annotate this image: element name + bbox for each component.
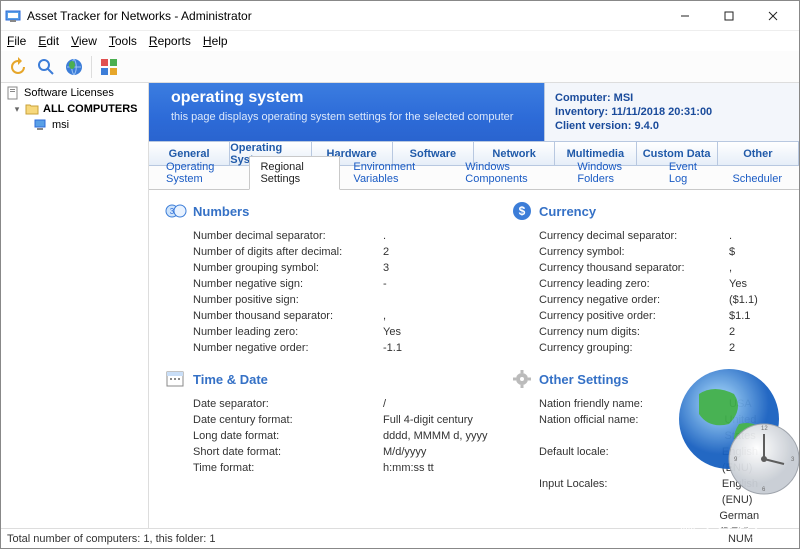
content-area[interactable]: 3 Numbers Number decimal separator:. Num… bbox=[149, 190, 799, 528]
kv-row: Currency symbol:$ bbox=[511, 244, 789, 260]
kv-row: Currency num digits:2 bbox=[511, 324, 789, 340]
toolbar bbox=[1, 51, 799, 83]
tree-all-computers[interactable]: ▾ ALL COMPUTERS bbox=[3, 101, 146, 117]
section-numbers: 3 Numbers bbox=[165, 200, 493, 222]
kv-row: Number thousand separator:, bbox=[165, 308, 493, 324]
main-panel: Computer: MSI Inventory: 11/11/2018 20:3… bbox=[149, 83, 799, 528]
kv-row: Number negative order:-1.1 bbox=[165, 340, 493, 356]
subtab-win-components[interactable]: Windows Components bbox=[454, 156, 564, 189]
maximize-button[interactable] bbox=[707, 2, 751, 30]
tree-label: msi bbox=[52, 119, 69, 131]
app-icon bbox=[5, 8, 21, 24]
window-title: Asset Tracker for Networks - Administrat… bbox=[27, 9, 663, 23]
subtab-win-folders[interactable]: Windows Folders bbox=[566, 156, 655, 189]
page-subtitle: this page displays operating system sett… bbox=[171, 111, 513, 123]
numbers-icon: 3 bbox=[165, 200, 187, 222]
tree-node-msi[interactable]: msi bbox=[3, 117, 146, 133]
header-computer: Computer: MSI bbox=[555, 91, 712, 105]
toolbar-separator bbox=[91, 56, 92, 78]
status-numlock: NUM bbox=[728, 533, 753, 545]
tree-label: Software Licenses bbox=[24, 87, 114, 99]
kv-row: Number negative sign:- bbox=[165, 276, 493, 292]
calendar-icon bbox=[165, 368, 187, 390]
kv-row: Long date format:dddd, MMMM d, yyyy bbox=[165, 428, 493, 444]
menu-help[interactable]: Help bbox=[203, 34, 228, 48]
kv-row: Number of digits after decimal:2 bbox=[165, 244, 493, 260]
subtab-scheduler[interactable]: Scheduler bbox=[721, 168, 793, 189]
minimize-button[interactable] bbox=[663, 2, 707, 30]
section-timedate: Time & Date bbox=[165, 368, 493, 390]
section-title: Currency bbox=[539, 204, 596, 219]
kv-row: Currency positive order:$1.1 bbox=[511, 308, 789, 324]
subtab-regional-settings[interactable]: Regional Settings bbox=[249, 156, 340, 190]
section-other: Other Settings bbox=[511, 368, 789, 390]
kv-row: Currency decimal separator:. bbox=[511, 228, 789, 244]
kv-row: Currency grouping:2 bbox=[511, 340, 789, 356]
section-title: Other Settings bbox=[539, 372, 629, 387]
section-title: Numbers bbox=[193, 204, 249, 219]
search-button[interactable] bbox=[33, 54, 59, 80]
menu-reports[interactable]: Reports bbox=[149, 34, 191, 48]
refresh-button[interactable] bbox=[5, 54, 31, 80]
titlebar: Asset Tracker for Networks - Administrat… bbox=[1, 1, 799, 31]
header-inventory: Inventory: 11/11/2018 20:31:00 bbox=[555, 105, 712, 119]
section-title: Time & Date bbox=[193, 372, 268, 387]
computer-icon bbox=[33, 118, 49, 132]
menubar: File Edit View Tools Reports Help bbox=[1, 31, 799, 51]
kv-row: Date separator:/ bbox=[165, 396, 493, 412]
window-buttons bbox=[663, 2, 795, 30]
tree-label: ALL COMPUTERS bbox=[43, 103, 138, 115]
collapse-icon[interactable]: ▾ bbox=[13, 104, 21, 115]
menu-tools[interactable]: Tools bbox=[109, 34, 137, 48]
page-title: operating system bbox=[171, 89, 303, 107]
subtab-operating-system[interactable]: Operating System bbox=[155, 156, 247, 189]
kv-row: Short date format:M/d/yyyy bbox=[165, 444, 493, 460]
kv-row: Number leading zero:Yes bbox=[165, 324, 493, 340]
sub-tabs: Operating System Regional Settings Envir… bbox=[149, 166, 799, 190]
menu-file[interactable]: File bbox=[7, 34, 26, 48]
subtab-event-log[interactable]: Event Log bbox=[658, 156, 720, 189]
kv-row: Currency leading zero:Yes bbox=[511, 276, 789, 292]
status-bar: Total number of computers: 1, this folde… bbox=[1, 528, 799, 548]
app-window: Asset Tracker for Networks - Administrat… bbox=[0, 0, 800, 549]
kv-row: Currency thousand separator:, bbox=[511, 260, 789, 276]
gear-icon bbox=[511, 368, 533, 390]
header-info-panel: Computer: MSI Inventory: 11/11/2018 20:3… bbox=[544, 83, 799, 141]
menu-edit[interactable]: Edit bbox=[38, 34, 59, 48]
currency-icon: $ bbox=[511, 200, 533, 222]
globe-button[interactable] bbox=[61, 54, 87, 80]
tab-other[interactable]: Other bbox=[718, 142, 799, 165]
kv-row: German (DEU) bbox=[511, 508, 789, 528]
folder-open-icon bbox=[24, 102, 40, 116]
document-icon bbox=[5, 86, 21, 100]
close-button[interactable] bbox=[751, 2, 795, 30]
section-currency: $ Currency bbox=[511, 200, 789, 222]
status-text: Total number of computers: 1, this folde… bbox=[7, 533, 216, 545]
kv-row: Default locale:English (ENU) bbox=[511, 444, 789, 476]
kv-row: Nation official name:United States bbox=[511, 412, 789, 444]
settings-button[interactable] bbox=[96, 54, 122, 80]
subtab-env-vars[interactable]: Environment Variables bbox=[342, 156, 452, 189]
body: Software Licenses ▾ ALL COMPUTERS msi Co… bbox=[1, 83, 799, 528]
menu-view[interactable]: View bbox=[71, 34, 97, 48]
svg-text:$: $ bbox=[519, 204, 526, 218]
kv-row: Number grouping symbol:3 bbox=[165, 260, 493, 276]
header-client: Client version: 9.4.0 bbox=[555, 119, 712, 133]
kv-row: Number decimal separator:. bbox=[165, 228, 493, 244]
kv-row: Date century format:Full 4-digit century bbox=[165, 412, 493, 428]
tree-panel: Software Licenses ▾ ALL COMPUTERS msi bbox=[1, 83, 149, 528]
kv-row: Currency negative order:($1.1) bbox=[511, 292, 789, 308]
kv-row: Nation friendly name:USA bbox=[511, 396, 789, 412]
tree-software-licenses[interactable]: Software Licenses bbox=[3, 85, 146, 101]
page-header: Computer: MSI Inventory: 11/11/2018 20:3… bbox=[149, 83, 799, 141]
kv-row: Time format:h:mm:ss tt bbox=[165, 460, 493, 476]
kv-row: Number positive sign: bbox=[165, 292, 493, 308]
kv-row: Input Locales:English (ENU) bbox=[511, 476, 789, 508]
